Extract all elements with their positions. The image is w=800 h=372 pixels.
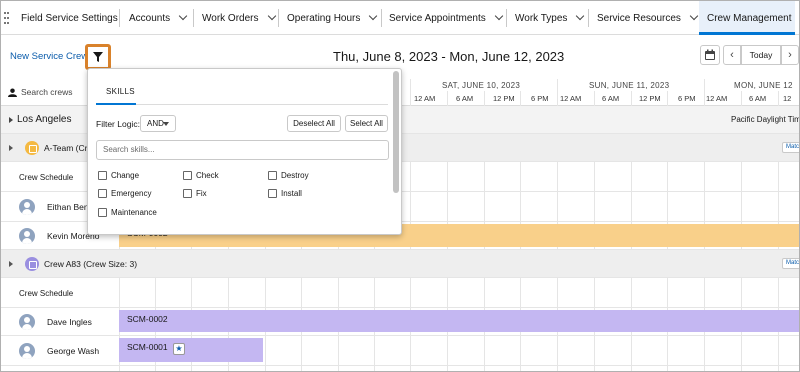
tab-label: Service Resources (597, 13, 681, 24)
chevron-down-icon[interactable] (576, 11, 585, 21)
hour-label: 12 AM (560, 94, 582, 103)
chevron-down-icon[interactable] (267, 11, 276, 21)
nav-divider (119, 9, 120, 27)
tab-operating-hours[interactable]: Operating Hours (279, 1, 378, 35)
crew-icon (25, 141, 39, 155)
today-button[interactable]: Today (741, 45, 781, 65)
collapse-icon[interactable] (9, 117, 13, 123)
match-button[interactable]: Match (782, 142, 799, 153)
day-header: MON, JUNE 12 (734, 81, 793, 90)
region-name: Los Angeles (17, 114, 72, 125)
tab-label: Work Types (515, 13, 568, 24)
filter-logic-value: AND (147, 119, 164, 128)
filter-logic-label: Filter Logic: (96, 119, 140, 129)
filter-button[interactable] (85, 44, 111, 70)
hour-label: 6 PM (531, 94, 549, 103)
hour-label: 12 AM (706, 94, 728, 103)
tab-divider (96, 104, 388, 105)
star-icon[interactable]: ★ (173, 343, 185, 355)
chevron-down-icon[interactable] (689, 11, 699, 21)
chevron-down-icon[interactable] (178, 11, 188, 21)
hour-label: 6 AM (749, 94, 767, 103)
day-header: SUN, JUNE 11, 2023 (589, 81, 670, 90)
calendar-icon (705, 49, 715, 60)
collapse-icon[interactable] (9, 261, 13, 267)
tab-work-orders[interactable]: Work Orders (194, 1, 276, 35)
hour-label: 12 PM (639, 94, 661, 103)
member-row[interactable]: George Wash SCM-0001 ★ (1, 336, 799, 366)
new-service-crew-link[interactable]: New Service Crew (10, 51, 88, 62)
hour-label: 6 AM (456, 94, 474, 103)
skill-checkbox-install[interactable]: Install (266, 189, 302, 199)
crew-schedule-label: Crew Schedule (19, 289, 74, 298)
schedule-bar[interactable]: SCM-0001 ★ (119, 338, 263, 362)
avatar (19, 199, 35, 215)
skill-checkbox-change[interactable]: Change (96, 171, 139, 181)
filter-icon (93, 52, 103, 62)
skill-checkbox-destroy[interactable]: Destroy (266, 171, 309, 181)
popup-scrollbar[interactable] (393, 71, 399, 193)
match-button[interactable]: Match (782, 258, 799, 269)
crew-row[interactable]: Crew A83 (Crew Size: 3) Match (1, 250, 799, 278)
tab-skills[interactable]: SKILLS (106, 87, 135, 96)
day-header: SAT, JUNE 10, 2023 (442, 81, 521, 90)
chevron-down-icon[interactable] (369, 11, 378, 21)
tab-service-resources[interactable]: Service Resources (589, 1, 699, 35)
member-name: Eithan Ben (47, 202, 89, 212)
member-name: Dave Ingles (47, 317, 92, 327)
tab-work-types[interactable]: Work Types (507, 1, 585, 35)
calendar-button[interactable] (700, 45, 720, 65)
tab-label: Work Orders (202, 13, 259, 24)
member-name: George Wash (47, 346, 100, 356)
hour-label: 6 PM (678, 94, 696, 103)
select-all-button[interactable]: Select All (345, 115, 388, 132)
chevron-down-icon[interactable] (494, 11, 503, 21)
filter-logic-select[interactable]: AND (140, 115, 176, 132)
tab-label: Service Appointments (389, 13, 486, 24)
hour-label: 6 AM (602, 94, 620, 103)
deselect-all-button[interactable]: Deselect All (287, 115, 341, 132)
skill-checkbox-emergency[interactable]: Emergency (96, 189, 151, 199)
crew-icon (25, 257, 39, 271)
crew-name: A-Team (Cre (44, 143, 93, 153)
hour-label: 12 PM (493, 94, 515, 103)
skill-checkbox-maintenance[interactable]: Maintenance (96, 208, 157, 218)
next-button[interactable]: › (781, 45, 799, 65)
app-launcher-icon[interactable] (4, 12, 9, 26)
skills-filter-popup: SKILLS Filter Logic: AND Deselect All Se… (87, 68, 402, 235)
skill-checkbox-check[interactable]: Check (181, 171, 219, 181)
person-icon (8, 88, 17, 97)
tab-label: Accounts (129, 13, 171, 24)
active-tab-indicator (96, 103, 136, 105)
crew-schedule-row: Crew Schedule (1, 278, 799, 308)
collapse-icon[interactable] (9, 145, 13, 151)
date-range-title: Thu, June 8, 2023 - Mon, June 12, 2023 (333, 49, 565, 64)
tab-accounts[interactable]: Accounts (121, 1, 188, 35)
schedule-bar[interactable]: SCM-0002 (119, 310, 799, 332)
avatar (19, 228, 35, 244)
skill-checkbox-fix[interactable]: Fix (181, 189, 207, 199)
member-row[interactable]: Dave Ingles SCM-0002 (1, 308, 799, 336)
search-skills-input[interactable]: Search skills... (96, 140, 389, 160)
schedule-bar-label: SCM-0001 (127, 342, 168, 352)
tab-service-appointments[interactable]: Service Appointments (381, 1, 503, 35)
crew-schedule-label: Crew Schedule (19, 173, 74, 182)
crew-name: Crew A83 (Crew Size: 3) (44, 259, 138, 269)
previous-button[interactable]: ‹ (723, 45, 741, 65)
tab-label: Field Service Settings (21, 13, 118, 24)
hour-label: 12 AM (414, 94, 436, 103)
timezone-label: Pacific Daylight Tim (731, 115, 800, 124)
tab-field-service-settings[interactable]: Field Service Settings (13, 1, 118, 35)
app-window: Field Service Settings Accounts Work Ord… (0, 0, 800, 372)
chevron-down-icon (163, 122, 169, 126)
tab-label: Crew Management (707, 13, 792, 24)
top-nav: Field Service Settings Accounts Work Ord… (1, 1, 799, 35)
tab-label: Operating Hours (287, 13, 361, 24)
search-crews-placeholder: Search crews (21, 87, 73, 97)
tab-crew-management[interactable]: Crew Management (699, 1, 795, 35)
avatar (19, 314, 35, 330)
avatar (19, 343, 35, 359)
